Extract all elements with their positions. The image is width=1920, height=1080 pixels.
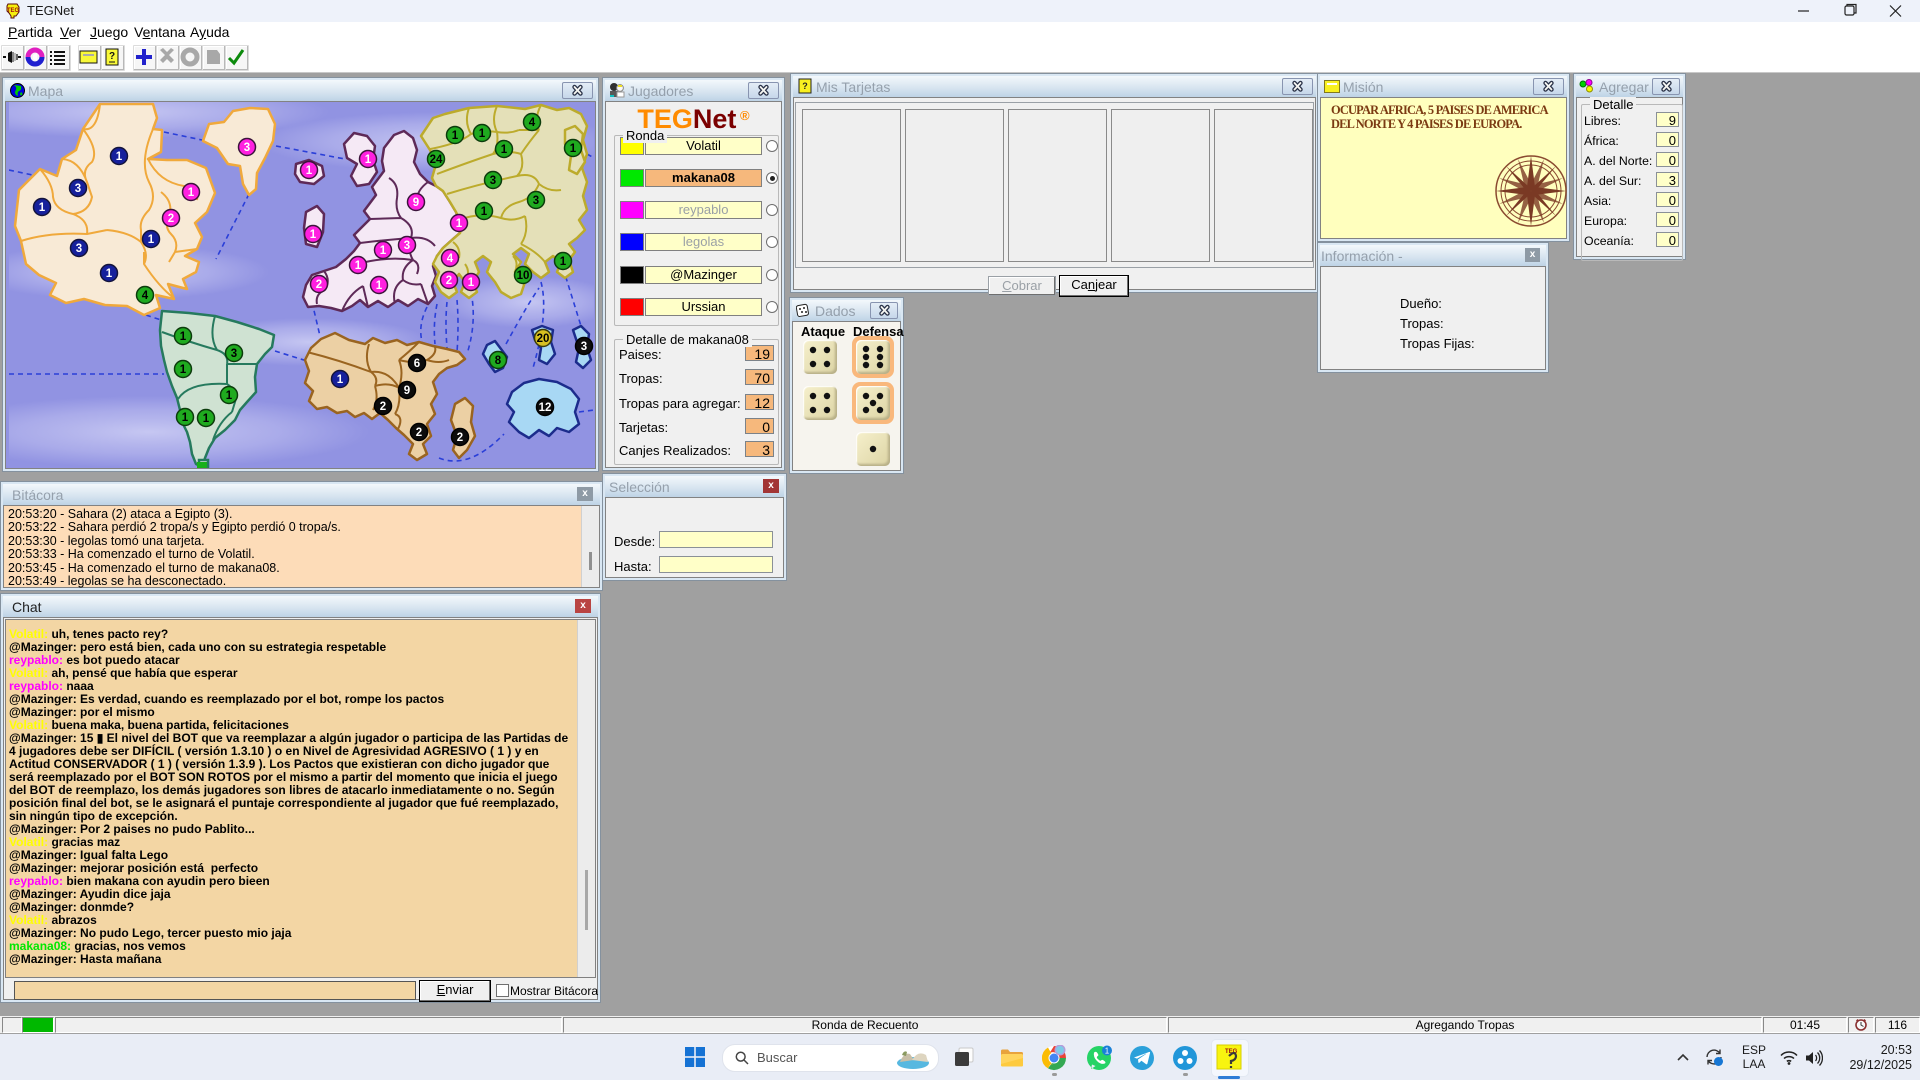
svg-text:20: 20 (537, 333, 550, 345)
svg-text:1: 1 (501, 144, 508, 156)
svg-text:10: 10 (517, 270, 530, 282)
svg-text:3: 3 (490, 175, 496, 187)
svg-text:1: 1 (570, 143, 577, 155)
svg-text:1: 1 (365, 154, 372, 166)
svg-text:1: 1 (39, 202, 46, 214)
svg-text:4: 4 (447, 253, 454, 265)
svg-text:2: 2 (416, 427, 422, 439)
svg-text:12: 12 (539, 402, 552, 414)
svg-text:24: 24 (430, 154, 443, 166)
svg-text:1: 1 (481, 206, 488, 218)
svg-text:1: 1 (468, 277, 475, 289)
svg-text:3: 3 (75, 183, 81, 195)
svg-text:1: 1 (180, 364, 187, 376)
svg-text:2: 2 (316, 279, 322, 291)
svg-text:TEG: TEG (7, 8, 20, 14)
svg-text:4: 4 (142, 290, 149, 302)
svg-text:2: 2 (446, 275, 452, 287)
svg-text:3: 3 (404, 240, 410, 252)
svg-text:3: 3 (581, 341, 587, 353)
svg-text:1: 1 (226, 390, 233, 402)
svg-text:1: 1 (380, 245, 387, 257)
svg-text:?: ? (802, 81, 808, 91)
svg-text:1: 1 (106, 268, 113, 280)
svg-text:9: 9 (404, 385, 410, 397)
svg-text:1: 1 (182, 412, 189, 424)
svg-text:1: 1 (479, 128, 486, 140)
svg-text:?: ? (109, 51, 115, 62)
svg-text:4: 4 (529, 117, 536, 129)
svg-text:2: 2 (380, 401, 386, 413)
svg-text:1: 1 (355, 260, 362, 272)
svg-text:1: 1 (452, 130, 459, 142)
svg-text:1: 1 (456, 218, 463, 230)
svg-text:9: 9 (413, 197, 419, 209)
svg-text:1: 1 (310, 229, 317, 241)
svg-text:2: 2 (168, 213, 174, 225)
svg-text:1: 1 (148, 234, 155, 246)
svg-text:3: 3 (231, 348, 237, 360)
svg-text:2: 2 (457, 432, 463, 444)
svg-text:8: 8 (495, 355, 502, 367)
svg-text:3: 3 (76, 243, 82, 255)
svg-text:1: 1 (203, 413, 210, 425)
svg-text:3: 3 (244, 142, 250, 154)
svg-text:1: 1 (376, 280, 383, 292)
svg-text:1: 1 (180, 331, 187, 343)
svg-text:1: 1 (306, 165, 313, 177)
svg-text:1: 1 (337, 374, 344, 386)
svg-text:3: 3 (533, 195, 539, 207)
svg-text:6: 6 (414, 358, 420, 370)
svg-text:1: 1 (116, 151, 123, 163)
svg-text:1: 1 (560, 256, 567, 268)
svg-text:1: 1 (1105, 1047, 1110, 1056)
svg-text:1: 1 (188, 187, 195, 199)
